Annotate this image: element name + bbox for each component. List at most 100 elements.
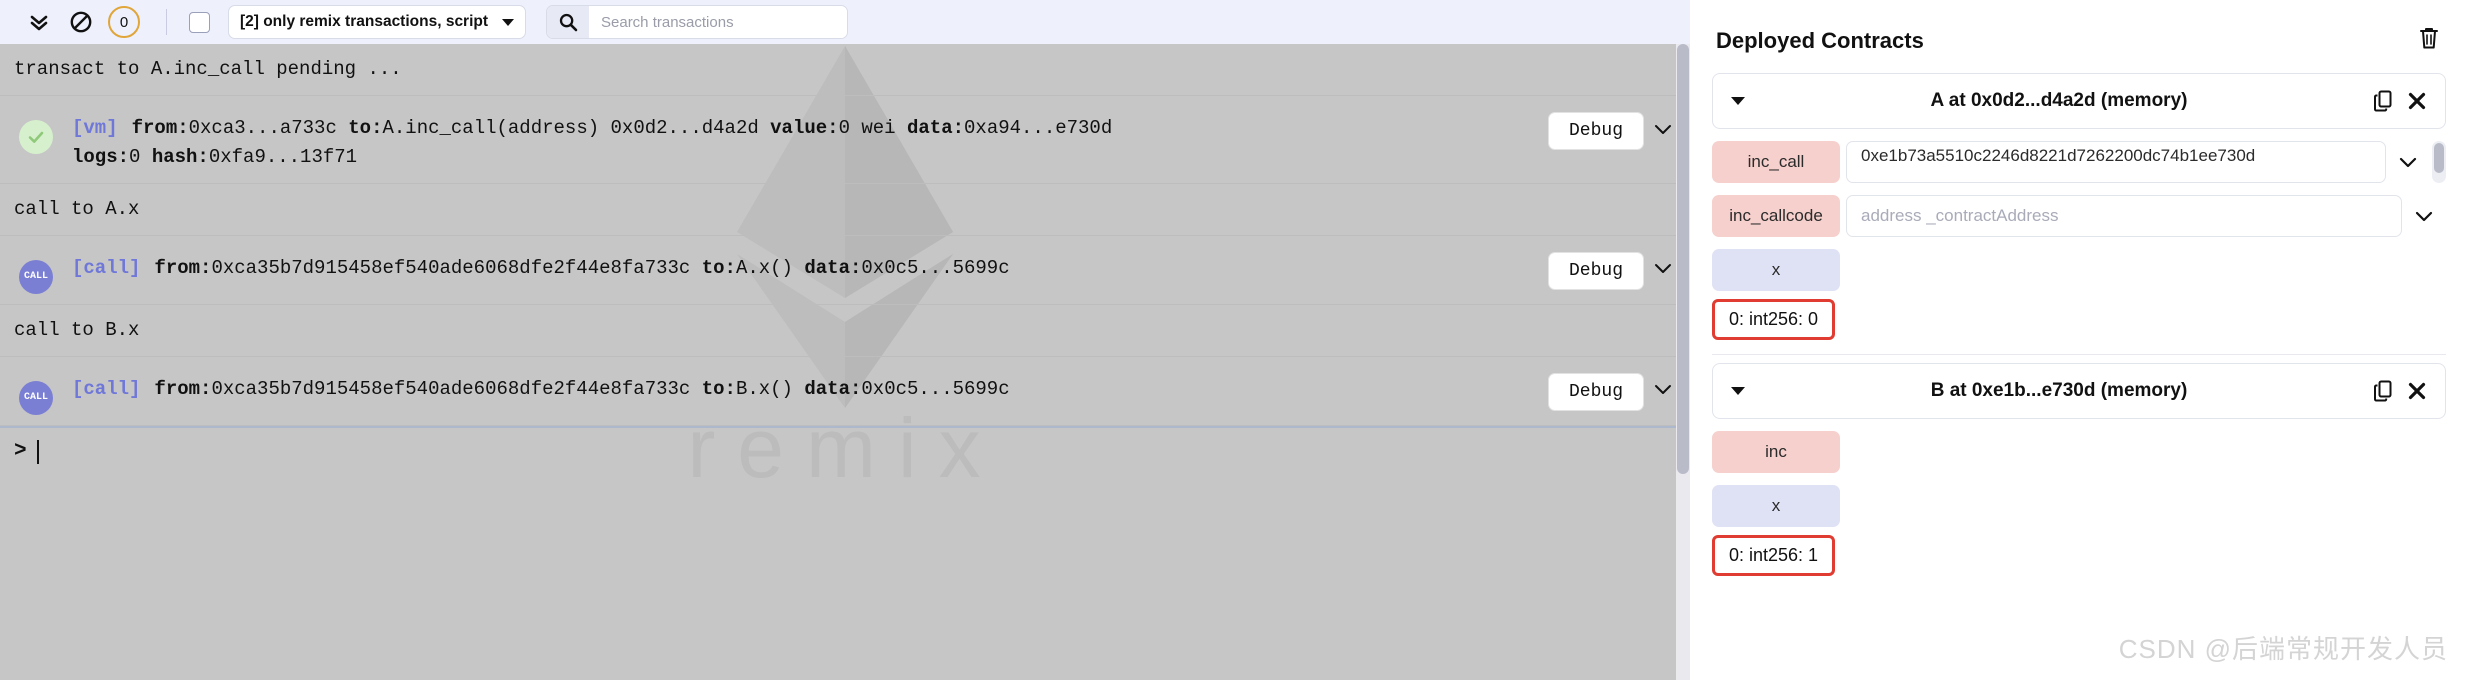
log-scroll-area[interactable]: transact to A.inc_call pending ... [vm] — [0, 44, 1690, 680]
function-input-inc-callcode[interactable] — [1846, 195, 2402, 237]
status-badge — [0, 106, 72, 154]
triangle-down-icon[interactable] — [1731, 387, 1745, 395]
from-label: from: — [154, 377, 212, 400]
logs-value: 0 — [129, 146, 141, 169]
contract-name-b: B at 0xe1b...e730d (memory) — [1930, 380, 2188, 401]
trash-icon[interactable] — [2418, 26, 2440, 55]
function-row-x-b: x — [1712, 485, 2446, 527]
transaction-filter-select[interactable]: [2] only remix transactions, script — [228, 5, 526, 39]
deployed-contracts-header: Deployed Contracts — [1712, 18, 2446, 73]
call-actions-a: Debug — [1538, 246, 1690, 290]
call-actions-b: Debug — [1538, 367, 1690, 411]
close-icon[interactable] — [2407, 91, 2427, 111]
check-circle-icon — [19, 120, 53, 154]
ban-circle-icon[interactable] — [60, 3, 102, 41]
function-button-inc-callcode[interactable]: inc_callcode — [1712, 195, 1840, 237]
call-row-a[interactable]: CALL [call] from:0xca35b7d915458ef540ade6… — [0, 236, 1690, 305]
call-badge: CALL — [0, 246, 72, 294]
contract-name-a: A at 0x0d2...d4a2d (memory) — [1930, 90, 2188, 111]
data-value: 0x0c5...5699c — [861, 377, 1010, 400]
double-chevron-down-icon[interactable] — [18, 3, 60, 41]
call-details-a: [call] from:0xca35b7d915458ef540ade6068df… — [72, 246, 1538, 283]
triangle-down-icon[interactable] — [1731, 97, 1745, 105]
input-scrollbar-thumb[interactable] — [2434, 143, 2444, 173]
value-value: 0 wei — [838, 117, 896, 139]
terminal-prompt[interactable]: > — [0, 425, 1690, 476]
call-tag: [call] — [72, 377, 141, 400]
contract-card-b: B at 0xe1b...e730d (memory) inc x 0: int… — [1712, 363, 2446, 576]
page-title: Deployed Contracts — [1716, 27, 1924, 53]
copy-icon[interactable] — [2373, 89, 2395, 113]
transaction-row[interactable]: [vm] from:0xca3...a733c to:A.inc_call(add… — [0, 96, 1690, 184]
value-label: value: — [770, 117, 839, 139]
function-input-inc-call[interactable] — [1846, 141, 2386, 183]
from-label: from: — [131, 117, 189, 139]
from-value: 0xca35b7d915458ef540ade6068dfe2f44e8fa73… — [211, 256, 691, 279]
to-label: to: — [701, 256, 736, 279]
debug-button[interactable]: Debug — [1547, 112, 1644, 150]
contract-card-a: A at 0x0d2...d4a2d (memory) inc_call 0xe… — [1712, 73, 2446, 355]
to-value: A.inc_call(address) 0x0d2...d4a2d — [382, 117, 759, 139]
log-line-pending: transact to A.inc_call pending ... — [0, 44, 1690, 96]
prompt-symbol: > — [14, 440, 27, 464]
call-avatar: CALL — [19, 259, 53, 294]
search-input[interactable] — [589, 6, 847, 38]
csdn-watermark: CSDN @后端常规开发人员 — [2118, 634, 2448, 664]
function-row-inc-call: inc_call — [1712, 141, 2446, 183]
data-label: data: — [804, 377, 862, 400]
function-result-x-b: 0: int256: 1 — [1712, 535, 1836, 576]
hash-label: hash: — [151, 146, 209, 169]
from-label: from: — [154, 256, 212, 279]
to-value: B.x() — [735, 377, 793, 400]
function-button-inc[interactable]: inc — [1712, 431, 1840, 473]
hash-value: 0xfa9...13f71 — [208, 146, 358, 169]
data-label: data: — [907, 117, 965, 139]
chevron-down-icon — [502, 18, 515, 26]
terminal-scrollbar[interactable] — [1676, 44, 1690, 680]
chevron-down-icon[interactable] — [1652, 118, 1674, 145]
to-label: to: — [348, 117, 383, 139]
pending-count-badge[interactable]: 0 — [108, 6, 140, 38]
to-value: A.x() — [735, 256, 793, 279]
call-badge: CALL — [0, 367, 72, 415]
chevron-down-icon[interactable] — [2386, 141, 2430, 183]
chevron-down-icon[interactable] — [2402, 195, 2446, 237]
from-value: 0xca35b7d915458ef540ade6068dfe2f44e8fa73… — [211, 377, 691, 400]
text-cursor — [36, 439, 39, 464]
filter-checkbox[interactable] — [189, 11, 210, 33]
debug-button[interactable]: Debug — [1547, 251, 1644, 290]
call-avatar: CALL — [19, 380, 53, 415]
search-icon[interactable] — [547, 6, 589, 38]
function-button-x-b[interactable]: x — [1712, 485, 1840, 527]
close-icon[interactable] — [2407, 381, 2427, 401]
terminal-scrollbar-thumb[interactable] — [1677, 44, 1689, 474]
log-text: transact to A.inc_call pending ... — [14, 58, 402, 80]
log-text: call to B.x — [14, 318, 140, 341]
remix-ide-window: 0 [2] only remix transactions, script Se… — [0, 0, 2468, 680]
transaction-actions: Debug — [1538, 106, 1690, 150]
function-button-inc-call[interactable]: inc_call — [1712, 141, 1840, 183]
copy-icon[interactable] — [2373, 379, 2395, 403]
contract-header-a[interactable]: A at 0x0d2...d4a2d (memory) — [1712, 73, 2446, 129]
function-button-x-a[interactable]: x — [1712, 249, 1840, 291]
chevron-down-icon[interactable] — [1652, 378, 1674, 405]
function-row-inc: inc — [1712, 431, 2446, 473]
log-line-call-b-header: call to B.x — [0, 305, 1690, 357]
to-label: to: — [701, 377, 736, 400]
log-line-call-a-header: call to A.x — [0, 184, 1690, 236]
deployed-contracts-pane: Deployed Contracts A at 0x0d2...d4a2d (m… — [1690, 0, 2468, 680]
toolbar-divider — [166, 9, 167, 35]
search-transactions — [546, 5, 848, 39]
transaction-details: [vm] from:0xca3...a733c to:A.inc_call(add… — [72, 106, 1538, 173]
input-scrollbar[interactable] — [2432, 141, 2446, 183]
logs-label: logs: — [72, 146, 130, 169]
from-value: 0xca3...a733c — [188, 117, 337, 139]
chevron-down-icon[interactable] — [1652, 257, 1674, 284]
call-row-b[interactable]: CALL [call] from:0xca35b7d915458ef540ade6… — [0, 357, 1690, 426]
contract-header-b[interactable]: B at 0xe1b...e730d (memory) — [1712, 363, 2446, 419]
debug-button[interactable]: Debug — [1547, 372, 1644, 411]
call-details-b: [call] from:0xca35b7d915458ef540ade6068df… — [72, 367, 1538, 404]
function-row-x-a: x — [1712, 249, 2446, 291]
data-label: data: — [804, 256, 862, 279]
log-text: call to A.x — [14, 197, 140, 220]
